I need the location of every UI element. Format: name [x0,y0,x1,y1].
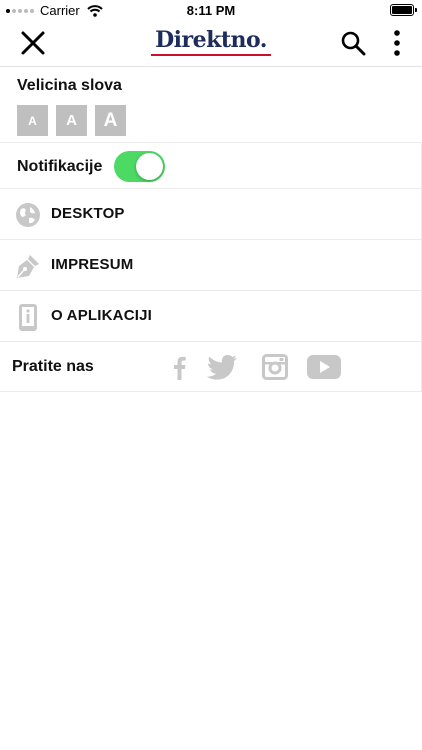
battery-icon [390,4,417,16]
toggle-knob [136,153,163,180]
font-size-medium-button[interactable]: A [56,105,87,136]
notifications-toggle[interactable] [114,151,165,182]
menu-item-label: DESKTOP [51,205,125,222]
font-size-small-button[interactable]: A [17,105,48,136]
notifications-label: Notifikacije [17,158,103,175]
logo-text: Direktno. [155,27,267,53]
menu-item-label: O APLIKACIJI [51,307,153,324]
youtube-icon[interactable] [306,354,342,380]
menu-item-impresum[interactable]: IMPRESUM [0,239,422,290]
status-time: 8:11 PM [186,3,236,18]
font-size-section: Velicina slova A A A [0,66,422,142]
pen-nib-icon [17,255,39,278]
twitter-icon[interactable] [206,354,238,380]
logo-underline [151,54,271,56]
globe-icon [16,203,40,227]
status-bar: Carrier 8:11 PM [0,0,422,22]
font-size-label: Velicina slova [17,77,122,94]
settings-screen: Carrier 8:11 PM Direktno. Velicina slova… [0,0,422,750]
follow-us-label: Pratite nas [12,358,94,375]
menu-item-desktop[interactable]: DESKTOP [0,188,422,239]
font-size-large-button[interactable]: A [95,105,126,136]
facebook-icon[interactable] [170,354,188,380]
instagram-icon[interactable] [262,354,288,380]
notifications-row: Notifikacije [0,142,422,189]
search-icon[interactable] [340,30,366,56]
follow-us-row: Pratite nas [0,341,422,392]
menu-item-about-app[interactable]: O APLIKACIJI [0,290,422,341]
info-phone-icon [19,304,37,331]
menu-item-label: IMPRESUM [51,256,134,273]
top-navigation-bar: Direktno. [0,22,422,67]
more-options-icon[interactable] [390,28,404,58]
